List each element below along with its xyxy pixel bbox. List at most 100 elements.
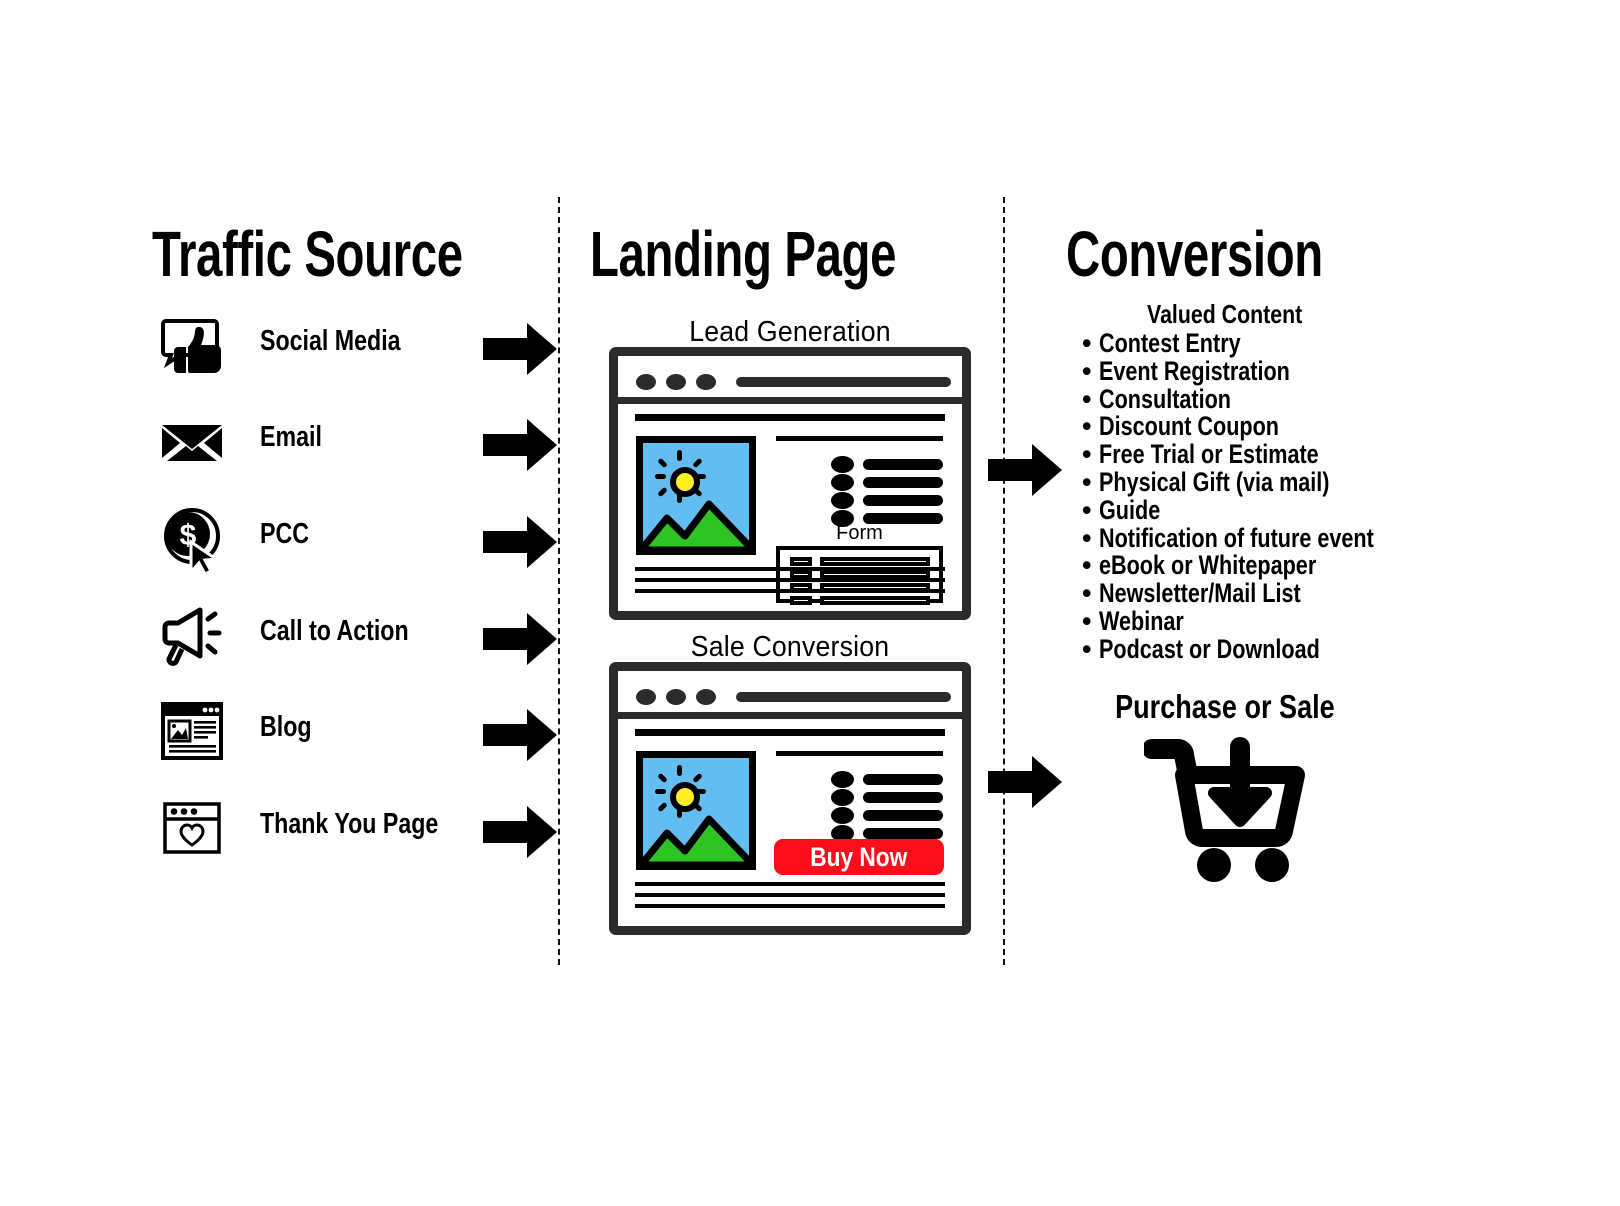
footer-line [635,578,945,582]
lead-capture-form [776,546,943,605]
traffic-source-row-email: Email [150,407,557,499]
browser-title-bar [618,356,962,404]
list-bullet [831,771,854,788]
footer-line [635,567,945,571]
right-arrow-icon [483,319,559,379]
list-item-label: Notification of future event [1099,522,1374,553]
right-arrow-icon [483,705,559,765]
content-heading-line [635,414,945,421]
valued-content-heading: Valued Content [1020,299,1430,330]
footer-line [635,589,945,593]
right-arrow-icon [988,752,1064,812]
traffic-source-label: Email [260,421,322,453]
pay-per-click-cursor-icon: $ [158,504,226,572]
sun-ray [657,772,668,784]
sun-ray [695,474,706,479]
traffic-source-label: Social Media [260,325,401,357]
footer-line [635,893,945,897]
list-bullet [831,474,854,491]
list-item: • Webinar [1082,605,1184,636]
list-item: • Consultation [1082,383,1231,414]
list-bullet [831,492,854,509]
traffic-source-label: Thank You Page [260,808,439,840]
list-line [863,810,943,821]
hero-image-placeholder [636,436,756,555]
list-item: • Podcast or Download [1082,633,1320,664]
subheading-line [776,751,943,756]
traffic-source-label: Call to Action [260,615,409,647]
list-item: • Free Trial or Estimate [1082,439,1319,470]
list-item-label: Contest Entry [1099,328,1241,358]
sun-ray [655,474,666,479]
form-label: Form [836,522,883,544]
list-item-label: Guide [1099,494,1161,525]
browser-url-bar[interactable] [736,692,951,702]
purchase-or-sale-heading-text: Purchase or Sale [1115,688,1335,725]
list-item-label: Webinar [1099,605,1184,636]
right-arrow-icon [483,415,559,475]
browser-title-bar [618,671,962,719]
column-title-conversion: Conversion [1066,218,1323,290]
list-item-label: Consultation [1099,383,1231,414]
traffic-source-label: PCC [260,518,309,550]
traffic-source-label: Blog [260,711,312,743]
list-item-label: Event Registration [1099,355,1290,386]
sun-ray [692,772,703,784]
window-dot [666,374,686,390]
thumbs-up-speech-bubble-icon [158,311,226,379]
landing-page-caption-sale-conversion: Sale Conversion [690,631,890,663]
right-arrow-icon [483,802,559,862]
list-item: • eBook or Whitepaper [1082,550,1317,581]
list-line [863,459,943,470]
form-checkbox[interactable] [790,557,812,566]
window-dot [666,689,686,705]
list-item: • Guide [1082,494,1161,525]
valued-content-list: • Contest Entry • Event Registration • Cons… [1082,328,1443,664]
footer-line [635,882,945,886]
purchase-or-sale-heading: Purchase or Sale [1020,688,1430,726]
list-line [863,477,943,488]
envelope-icon [158,407,226,475]
form-field[interactable] [820,557,930,566]
right-arrow-icon [483,512,559,572]
subheading-line [776,436,943,441]
megaphone-icon [158,601,226,669]
list-bullet [831,456,854,473]
traffic-source-row-blog: Blog [150,697,557,789]
list-item-label: Newsletter/Mail List [1099,578,1301,609]
diagram-canvas: Traffic Source Landing Page Conversion S… [0,0,1620,1206]
list-line [863,774,943,785]
traffic-source-row-thank-you-page: Thank You Page [150,794,557,886]
sun-ray [677,450,682,461]
content-heading-line [635,729,945,736]
list-item-label: eBook or Whitepaper [1099,550,1317,581]
browser-mockup-lead-generation: Form [609,347,971,620]
sun-ray [692,457,703,469]
column-title-traffic-source: Traffic Source [152,218,463,290]
sun-ray [677,765,682,776]
window-dot [636,374,656,390]
list-item: • Event Registration [1082,355,1290,386]
browser-url-bar[interactable] [736,377,951,387]
list-item-label: Discount Coupon [1099,411,1279,442]
list-item: • Discount Coupon [1082,411,1279,442]
list-line [863,828,943,839]
traffic-source-row-social-media: Social Media [150,311,557,403]
form-checkbox[interactable] [790,596,812,605]
list-line [863,495,943,506]
list-item: • Physical Gift (via mail) [1082,466,1330,497]
form-field[interactable] [820,596,930,605]
traffic-source-row-pcc: $ PCC [150,504,557,596]
right-arrow-icon [483,609,559,669]
blog-article-window-icon [158,697,226,765]
hero-image-placeholder [636,751,756,870]
heart-window-icon [158,794,226,862]
column-divider-right [1003,197,1005,965]
list-item-label: Physical Gift (via mail) [1099,466,1330,497]
list-bullet [831,789,854,806]
buy-now-button[interactable]: Buy Now [774,839,944,875]
footer-line [635,904,945,908]
column-title-landing-page: Landing Page [590,218,897,290]
valued-content-heading-text: Valued Content [1147,299,1303,329]
list-item: • Notification of future event [1082,522,1374,553]
